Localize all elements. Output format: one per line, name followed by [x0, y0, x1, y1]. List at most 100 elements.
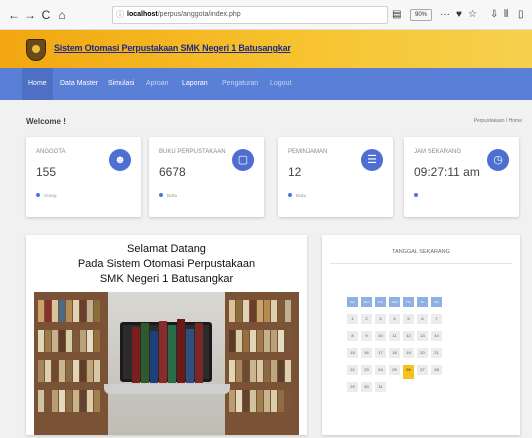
stat-card-buku[interactable]: BUKU PERPUSTAKAAN 6678 Buku ▢	[149, 137, 264, 217]
clock-value: 09:27:11 am	[414, 165, 480, 179]
calendar-weekday: Sat	[431, 297, 442, 307]
library-illustration	[34, 292, 299, 435]
app-header: Sistem Otomasi Perpustakaan SMK Negeri 1…	[0, 30, 532, 68]
calendar-day[interactable]: 30	[361, 382, 372, 392]
back-icon[interactable]: ←	[6, 7, 22, 23]
calendar-day[interactable]: 28	[431, 365, 442, 375]
main-menu: Home Data Master Simulasi Aproan Laporan…	[0, 68, 532, 100]
reader-icon[interactable]: ▤	[392, 8, 401, 22]
library-icon[interactable]: ⫴	[504, 8, 508, 22]
info-icon[interactable]: ⓘ	[116, 7, 124, 23]
card-label: PEMINJAMAN	[288, 149, 328, 155]
calendar-weekday: Sun	[347, 297, 358, 307]
calendar-day[interactable]: 13	[417, 331, 428, 341]
calendar-day[interactable]: 15	[347, 348, 358, 358]
welcome-heading: Welcome !	[26, 117, 66, 126]
bookshelf-right	[225, 292, 299, 435]
calendar-day[interactable]: 29	[347, 382, 358, 392]
bookmark-icon[interactable]: ☆	[468, 8, 477, 22]
breadcrumb[interactable]: Perpustakaan / Home	[474, 118, 522, 124]
bookshelf-left	[34, 292, 108, 435]
calendar-today[interactable]: 26	[403, 365, 414, 379]
welcome-line-3: SMK Negeri 1 Batusangkar	[99, 273, 234, 285]
welcome-panel: Selamat Datang Pada Sistem Otomasi Perpu…	[26, 235, 307, 435]
download-icon[interactable]: ⇩	[490, 8, 498, 22]
browser-toolbar: ← → C ⌂ ⓘ localhost/perpus/anggota/index…	[0, 0, 532, 30]
book-illustration	[132, 327, 140, 383]
calendar-day[interactable]: 16	[361, 348, 372, 358]
calendar-day[interactable]: 27	[417, 365, 428, 375]
menu-item-data-master[interactable]: Data Master	[54, 68, 104, 100]
stat-card-anggota[interactable]: ANGGOTA 155 Orang ☻	[26, 137, 141, 217]
calendar-day[interactable]: 7	[431, 314, 442, 324]
calendar-day[interactable]: 18	[389, 348, 400, 358]
calendar-weekday: Thu	[403, 297, 414, 307]
calendar-day[interactable]: 2	[361, 314, 372, 324]
calendar-day[interactable]: 11	[389, 331, 400, 341]
calendar-day[interactable]: 6	[417, 314, 428, 324]
calendar-day[interactable]: 8	[347, 331, 358, 341]
welcome-line-2: Pada Sistem Otomasi Perpustakaan	[77, 258, 256, 270]
calendar-day[interactable]: 9	[361, 331, 372, 341]
calendar-weekday: Fri	[417, 297, 428, 307]
menu-item-simulasi[interactable]: Simulasi	[102, 68, 140, 100]
calendar-weekday: Mon	[361, 297, 372, 307]
calendar-day[interactable]: 5	[403, 314, 414, 324]
welcome-line-1: Selamat Datang	[127, 243, 206, 255]
book-icon: ▢	[232, 149, 254, 171]
more-icon[interactable]: ···	[440, 8, 450, 22]
calendar-day[interactable]: 19	[403, 348, 414, 358]
calendar-title: TANGGAL SEKARANG	[392, 249, 450, 255]
content-area: Welcome ! Perpustakaan / Home ANGGOTA 15…	[0, 100, 532, 438]
stat-card-peminjaman[interactable]: PEMINJAMAN 12 Buku ☰	[278, 137, 393, 217]
url-host: localhost	[127, 11, 158, 18]
calendar-weekday: Wed	[389, 297, 400, 307]
forward-icon[interactable]: →	[22, 7, 38, 23]
card-label: JAM SEKARANG	[414, 149, 462, 155]
calendar-day[interactable]: 10	[375, 331, 386, 341]
card-value: 12	[288, 165, 302, 179]
calendar-day[interactable]: 17	[375, 348, 386, 358]
card-value: 155	[36, 165, 57, 179]
card-label: BUKU PERPUSTAKAAN	[159, 149, 226, 155]
list-icon: ☰	[361, 149, 383, 171]
clock-icon: ◷	[487, 149, 509, 171]
calendar-weekday: Tue	[375, 297, 386, 307]
reload-icon[interactable]: C	[38, 7, 54, 23]
zoom-badge[interactable]: 90%	[410, 9, 432, 21]
calendar-day[interactable]: 3	[375, 314, 386, 324]
school-logo	[26, 39, 46, 61]
pocket-icon[interactable]: ♥	[456, 8, 462, 22]
users-icon: ☻	[109, 149, 131, 171]
stat-card-jam[interactable]: JAM SEKARANG 09:27:11 am ◷	[404, 137, 519, 217]
card-footer	[414, 193, 422, 198]
menu-item-laporan[interactable]: Laporan	[176, 68, 214, 100]
calendar-day[interactable]: 22	[347, 365, 358, 375]
calendar-day[interactable]: 4	[389, 314, 400, 324]
home-icon[interactable]: ⌂	[54, 7, 70, 23]
card-footer: Orang	[36, 193, 57, 198]
card-value: 6678	[159, 165, 186, 179]
address-bar[interactable]: ⓘ localhost/perpus/anggota/index.php	[112, 6, 388, 24]
laptop-base	[104, 384, 230, 394]
app-title[interactable]: Sistem Otomasi Perpustakaan SMK Negeri 1…	[54, 43, 291, 53]
menu-item-home[interactable]: Home	[22, 68, 53, 100]
menu-item-pengaturan[interactable]: Pengaturan	[216, 68, 264, 100]
calendar-day[interactable]: 25	[389, 365, 400, 375]
calendar-day[interactable]: 23	[361, 365, 372, 375]
menu-item-logout[interactable]: Logout	[264, 68, 297, 100]
calendar-day[interactable]: 14	[431, 331, 442, 341]
calendar-day[interactable]: 24	[375, 365, 386, 375]
calendar-day[interactable]: 31	[375, 382, 386, 392]
calendar-panel: TANGGAL SEKARANG Sun Mon Tue Wed Thu Fri Sat 1 2…	[322, 235, 520, 435]
card-footer: Buku	[288, 193, 306, 198]
url-path: /perpus/anggota/index.php	[157, 11, 241, 18]
card-label: ANGGOTA	[36, 149, 66, 155]
calendar-day[interactable]: 20	[417, 348, 428, 358]
sidebar-icon[interactable]: ▯	[518, 8, 524, 22]
calendar-day[interactable]: 1	[347, 314, 358, 324]
calendar-day[interactable]: 21	[431, 348, 442, 358]
menu-item-aproan[interactable]: Aproan	[140, 68, 175, 100]
card-footer: Buku	[159, 193, 177, 198]
calendar-day[interactable]: 12	[403, 331, 414, 341]
